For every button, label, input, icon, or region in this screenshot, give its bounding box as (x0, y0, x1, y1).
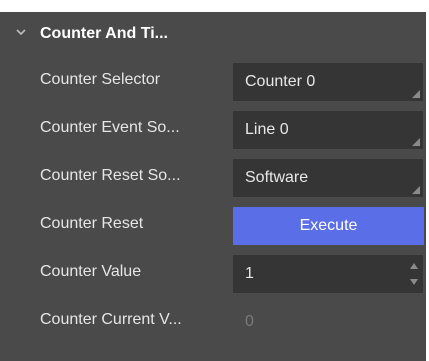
group-header-counter-and-timer[interactable]: Counter And Ti... (0, 12, 426, 56)
spin-up-icon[interactable] (409, 261, 419, 271)
counter-reset-source-label: Counter Reset So... (40, 167, 181, 184)
counter-reset-source-value: Software (245, 169, 309, 186)
group-title: Counter And Ti... (40, 25, 168, 42)
spin-down-icon[interactable] (409, 277, 419, 287)
counter-current-value-value: 0 (245, 313, 254, 330)
counter-current-value-label: Counter Current V... (40, 311, 182, 328)
row-counter-reset: Counter Reset Execute (0, 200, 426, 248)
counter-reset-label: Counter Reset (40, 215, 144, 232)
counter-selector-label: Counter Selector (40, 71, 161, 88)
execute-button[interactable]: Execute (233, 207, 424, 245)
counter-event-source-value: Line 0 (245, 121, 289, 138)
properties-panel: Counter And Ti... Counter Selector Count… (0, 12, 426, 361)
counter-selector-dropdown[interactable]: Counter 0 (233, 63, 423, 101)
row-counter-selector: Counter Selector Counter 0 (0, 56, 426, 104)
row-counter-value: Counter Value 1 (0, 248, 426, 296)
row-counter-current-value: Counter Current V... 0 (0, 296, 426, 344)
dropdown-corner-icon (412, 138, 420, 146)
row-counter-reset-source: Counter Reset So... Software (0, 152, 426, 200)
counter-event-source-dropdown[interactable]: Line 0 (233, 111, 423, 149)
counter-value-value: 1 (245, 265, 254, 282)
chevron-down-icon[interactable] (14, 25, 28, 39)
dropdown-corner-icon (412, 186, 420, 194)
row-counter-event-source: Counter Event So... Line 0 (0, 104, 426, 152)
dropdown-corner-icon (412, 90, 420, 98)
counter-reset-source-dropdown[interactable]: Software (233, 159, 423, 197)
counter-selector-value: Counter 0 (245, 73, 316, 90)
counter-value-spinbox[interactable]: 1 (233, 255, 423, 293)
counter-value-label: Counter Value (40, 263, 142, 280)
counter-event-source-label: Counter Event So... (40, 119, 180, 136)
counter-current-value-field: 0 (233, 303, 423, 341)
